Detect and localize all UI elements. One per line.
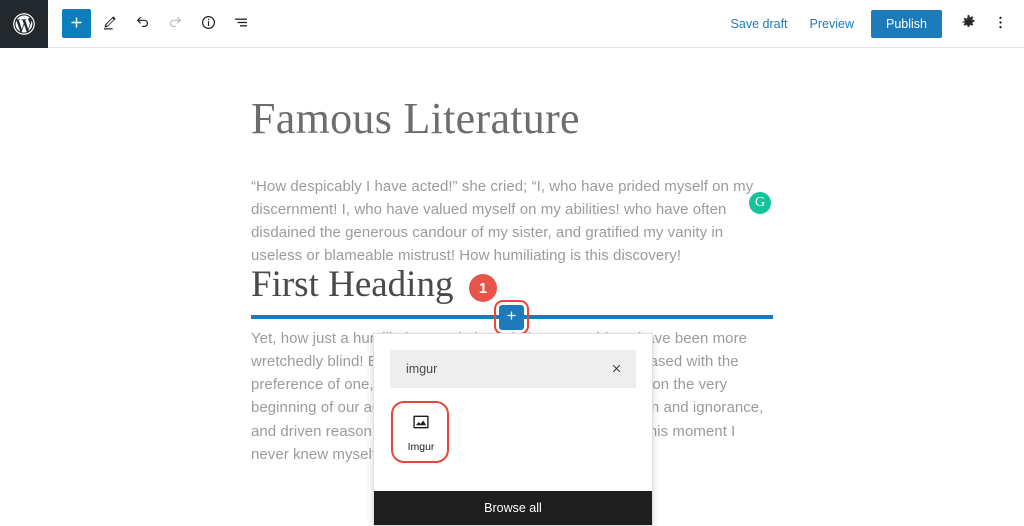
block-item-imgur[interactable]: Imgur <box>394 403 448 459</box>
grammarly-letter: G <box>755 196 765 210</box>
left-tool-group <box>62 9 256 39</box>
redo-button[interactable] <box>160 9 190 39</box>
editor-canvas: Famous Literature “How despicably I have… <box>0 49 1024 506</box>
wordpress-logo-icon <box>11 11 37 37</box>
post-content: Famous Literature “How despicably I have… <box>251 94 773 268</box>
wordpress-logo-button[interactable] <box>0 0 48 48</box>
image-embed-icon <box>409 410 433 434</box>
block-search-results: Imgur <box>374 388 652 491</box>
block-inserter-popover: imgur Imgur <box>373 333 653 526</box>
undo-button[interactable] <box>127 9 157 39</box>
publish-button[interactable]: Publish <box>871 10 942 38</box>
list-view-icon <box>232 13 251 35</box>
post-title[interactable]: Famous Literature <box>251 94 773 145</box>
redo-arrow-icon <box>166 13 185 35</box>
plus-icon <box>68 14 85 34</box>
three-dots-vertical-icon <box>991 13 1010 35</box>
block-search-field[interactable]: imgur <box>390 350 636 388</box>
grammarly-badge[interactable]: G <box>749 192 771 214</box>
paragraph-block-one[interactable]: “How despicably I have acted!” she cried… <box>251 175 773 268</box>
browse-all-button[interactable]: Browse all <box>374 491 652 525</box>
settings-button[interactable] <box>952 8 984 40</box>
save-draft-button[interactable]: Save draft <box>720 11 799 37</box>
reset-search-button[interactable] <box>607 360 625 378</box>
info-circle-icon <box>199 13 218 35</box>
result-tile-holder: Imgur <box>394 403 454 459</box>
block-search-input[interactable]: imgur <box>406 362 607 376</box>
list-view-button[interactable] <box>226 9 256 39</box>
close-x-icon <box>610 362 623 377</box>
details-button[interactable] <box>193 9 223 39</box>
preview-button[interactable]: Preview <box>799 11 865 37</box>
more-options-button[interactable] <box>984 8 1016 40</box>
heading-block[interactable]: First Heading <box>251 264 773 307</box>
editor-top-toolbar: Save draft Preview Publish <box>0 0 1024 48</box>
undo-arrow-icon <box>133 13 152 35</box>
gear-icon <box>959 13 978 35</box>
tools-edit-button[interactable] <box>94 9 124 39</box>
block-item-label: Imgur <box>408 441 435 453</box>
add-block-button[interactable] <box>62 9 91 38</box>
step-badge-1: 1 <box>469 274 497 302</box>
pencil-icon <box>100 13 119 35</box>
right-tool-group: Save draft Preview Publish <box>720 8 1016 40</box>
